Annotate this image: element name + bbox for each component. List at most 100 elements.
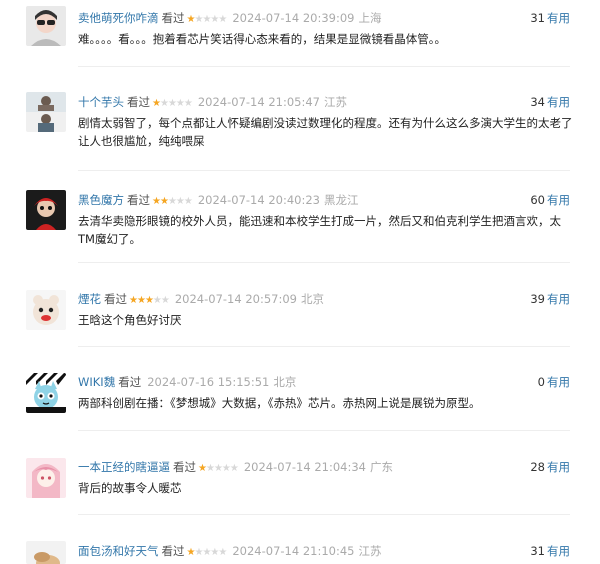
avatar[interactable] [26, 92, 66, 132]
star-icon: ★ [218, 14, 227, 25]
watch-status: 看过 [127, 95, 150, 109]
review-location: 黑龙江 [323, 193, 359, 207]
review-list: 卖他萌死你咋滴 看过 ★★★★★ 2024-07-14 20:39:09 上海 31 有用… [0, 0, 600, 564]
star-icon: ★ [152, 98, 161, 109]
review-header: WIKI魏 看过 2024-07-16 15:15:51 北京 [78, 374, 296, 390]
vote-count: 0 [537, 375, 545, 389]
watch-status: 看过 [118, 375, 142, 389]
watch-status: 看过 [104, 292, 127, 306]
review-location: 北京 [273, 375, 297, 389]
useful-votes[interactable]: 0 有用 [538, 374, 570, 390]
star-icon: ★ [160, 295, 170, 306]
review-time: 2024-07-14 20:57:09 [174, 292, 297, 306]
star-icon: ★ [229, 463, 239, 474]
review-time: 2024-07-14 21:04:34 [243, 460, 366, 474]
review-time: 2024-07-14 20:40:23 [197, 193, 320, 207]
watch-status: 看过 [173, 460, 196, 474]
avatar[interactable] [26, 373, 66, 413]
vote-count: 39 [530, 292, 545, 306]
review-header: 黑色魔方 看过 ★★★★★ 2024-07-14 20:40:23 黑龙江 [78, 192, 358, 208]
useful-votes[interactable]: 28 有用 [530, 459, 570, 475]
avatar[interactable] [26, 6, 66, 46]
star-icon: ★ [144, 295, 154, 306]
username-link[interactable]: 黑色魔方 [78, 193, 124, 207]
review-header: 十个芋头 看过 ★★★★★ 2024-07-14 21:05:47 江苏 [78, 94, 347, 110]
useful-votes[interactable]: 60 有用 [530, 192, 570, 208]
username-link[interactable]: 十个芋头 [78, 95, 124, 109]
divider [78, 430, 570, 431]
review-content: 王晗这个角色好讨厌 [78, 313, 182, 327]
divider [78, 346, 570, 347]
useful-button[interactable]: 有用 [547, 193, 570, 207]
star-icon: ★ [159, 196, 169, 207]
review-time: 2024-07-14 20:39:09 [232, 11, 355, 25]
useful-button[interactable]: 有用 [547, 544, 570, 558]
vote-count: 31 [530, 544, 545, 558]
review-location: 江苏 [358, 544, 382, 558]
star-icon: ★ [205, 463, 215, 474]
useful-button[interactable]: 有用 [547, 11, 570, 25]
vote-count: 28 [530, 460, 545, 474]
divider [78, 66, 570, 67]
review-header: 面包汤和好天气 看过 ★★★★★ 2024-07-14 21:10:45 江苏 [78, 543, 381, 559]
useful-button[interactable]: 有用 [547, 375, 570, 389]
avatar[interactable] [26, 190, 66, 230]
username-link[interactable]: 卖他萌死你咋滴 [78, 11, 159, 25]
username-link[interactable]: WIKI魏 [78, 375, 115, 389]
review-time: 2024-07-14 21:05:47 [197, 95, 320, 109]
rating-stars: ★★★★★ [152, 196, 193, 207]
review-location: 北京 [300, 292, 324, 306]
star-icon: ★ [167, 196, 177, 207]
review-header: 一本正经的瞎逼逼 看过 ★★★★★ 2024-07-14 21:04:34 广东 [78, 459, 393, 475]
vote-count: 60 [530, 193, 545, 207]
vote-count: 34 [530, 95, 545, 109]
avatar[interactable] [26, 541, 66, 564]
username-link[interactable]: 一本正经的瞎逼逼 [78, 460, 170, 474]
useful-votes[interactable]: 31 有用 [530, 543, 570, 559]
vote-count: 31 [530, 11, 545, 25]
review-content: 剧情太弱智了，每个点都让人怀疑编剧没读过数理化的程度。还有为什么这么多演大学生的… [78, 116, 573, 148]
avatar[interactable] [26, 458, 66, 498]
star-icon: ★ [129, 295, 138, 306]
star-icon: ★ [136, 295, 146, 306]
review-content: 去清华卖隐形眼镜的校外人员，能迅速和本校学生打成一片，然后又和伯克利学生把酒言欢… [78, 214, 561, 246]
star-icon: ★ [175, 196, 185, 207]
review-header: 煙花 看过 ★★★★★ 2024-07-14 20:57:09 北京 [78, 291, 324, 307]
rating-stars: ★★★★★ [187, 14, 228, 25]
rating-stars: ★★★★★ [198, 463, 239, 474]
useful-votes[interactable]: 39 有用 [530, 291, 570, 307]
username-link[interactable]: 面包汤和好天气 [78, 544, 159, 558]
review-content: 难。。。。看。。。抱着看芯片笑话得心态来看的，结果是显微镜看晶体管。。 [78, 32, 446, 46]
star-icon: ★ [183, 98, 193, 109]
watch-status: 看过 [127, 193, 150, 207]
rating-stars: ★★★★★ [187, 547, 228, 558]
useful-votes[interactable]: 31 有用 [530, 10, 570, 26]
useful-votes[interactable]: 34 有用 [530, 94, 570, 110]
username-link[interactable]: 煙花 [78, 292, 101, 306]
review-location: 江苏 [323, 95, 347, 109]
useful-button[interactable]: 有用 [547, 460, 570, 474]
review-time: 2024-07-14 21:10:45 [232, 544, 355, 558]
star-icon: ★ [175, 98, 185, 109]
review-header: 卖他萌死你咋滴 看过 ★★★★★ 2024-07-14 20:39:09 上海 [78, 10, 381, 26]
star-icon: ★ [152, 196, 161, 207]
useful-button[interactable]: 有用 [547, 95, 570, 109]
avatar[interactable] [26, 290, 66, 330]
star-icon: ★ [159, 98, 169, 109]
star-icon: ★ [167, 98, 177, 109]
review-content: 背后的故事令人暖芯 [78, 481, 182, 495]
star-icon: ★ [218, 547, 227, 558]
star-icon: ★ [183, 196, 193, 207]
review-content: 两部科创剧在播：《梦想城》大数据，《赤热》芯片。赤热网上说是展锐为原型。 [78, 396, 481, 410]
review-location: 上海 [358, 11, 382, 25]
rating-stars: ★★★★★ [152, 98, 193, 109]
rating-stars: ★★★★★ [129, 295, 170, 306]
watch-status: 看过 [161, 11, 185, 25]
star-icon: ★ [213, 463, 223, 474]
divider [78, 170, 570, 171]
useful-button[interactable]: 有用 [547, 292, 570, 306]
divider [78, 262, 570, 263]
star-icon: ★ [152, 295, 162, 306]
review-location: 广东 [369, 460, 393, 474]
review-time: 2024-07-16 15:15:51 [147, 375, 270, 389]
